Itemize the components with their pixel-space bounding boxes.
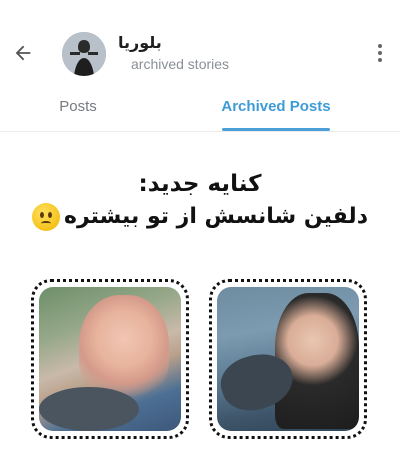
post-line-1: کنایه جدید: — [138, 171, 262, 197]
photo-frame-left[interactable] — [31, 279, 189, 439]
tab-bar: Posts Archived Posts — [0, 92, 400, 132]
worried-face-emoji — [32, 203, 60, 231]
more-vertical-icon[interactable] — [370, 40, 390, 66]
profile-name: ﺑﻠﻮﺭﻳﺎ — [118, 33, 162, 52]
post-caption: کنایه جدید: دلفین شانسش از تو بیشتره — [0, 168, 400, 234]
tab-archived-posts[interactable]: Archived Posts — [210, 92, 342, 132]
photo-frame-right[interactable] — [209, 279, 367, 439]
avatar[interactable] — [62, 32, 106, 76]
arrow-left-icon — [15, 45, 31, 61]
active-tab-indicator — [222, 128, 330, 131]
app: ﺑﻠﻮﺭﻳﺎ archived stories Posts Archived P… — [0, 0, 400, 464]
photo-right — [217, 287, 359, 431]
post-line-2: دلفین شانسش از تو بیشتره — [64, 204, 368, 229]
post-line-2-row: دلفین شانسش از تو بیشتره — [0, 200, 400, 234]
header: ﺑﻠﻮﺭﻳﺎ archived stories — [0, 0, 400, 96]
tab-posts[interactable]: Posts — [30, 92, 126, 132]
header-subtitle: archived stories — [131, 56, 230, 72]
photo-left — [39, 287, 181, 431]
avatar-image — [62, 32, 106, 76]
back-button[interactable] — [8, 38, 38, 68]
